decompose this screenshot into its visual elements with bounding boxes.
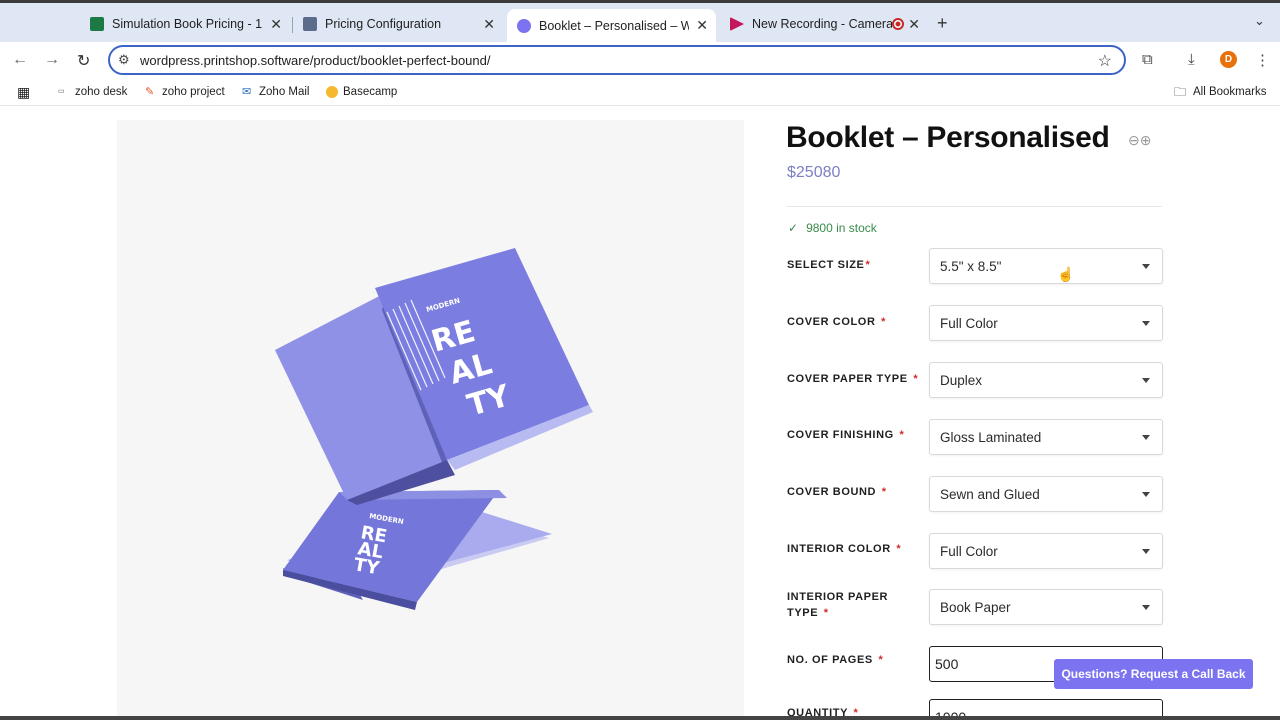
wordpress-icon [517, 18, 531, 33]
extensions-icon[interactable]: ⧉ [1142, 51, 1153, 68]
url-text[interactable]: wordpress.printshop.software/product/boo… [140, 53, 490, 68]
chevron-down-icon[interactable]: ⌄ [1254, 13, 1265, 29]
cover-paper-type-dropdown[interactable]: Duplex [929, 362, 1163, 398]
select-value: Book Paper [940, 600, 1011, 615]
interior-paper-type-dropdown[interactable]: Book Paper [929, 589, 1163, 625]
booklet-illustration: MODERN RE AL TY MODERN RE AL TY [275, 248, 593, 610]
interior-paper-type-label: INTERIOR PAPER TYPE * [787, 591, 889, 619]
back-arrow-icon[interactable]: ← [12, 51, 28, 69]
bookmark-label: Zoho Mail [259, 86, 310, 98]
chevron-down-icon [1142, 492, 1150, 497]
stacked-books: MODERN RE AL TY [283, 490, 552, 610]
select-value: Gloss Laminated [940, 430, 1042, 445]
tab-excel[interactable]: Simulation Book Pricing - 1.xlsx ✕ [80, 9, 290, 39]
previous-product-icon[interactable]: ⊖ [1128, 132, 1140, 148]
chevron-down-icon [1142, 378, 1150, 383]
cover-color-dropdown[interactable]: Full Color [929, 305, 1163, 341]
cover-color-label: COVER COLOR * [787, 316, 887, 328]
bookmark-basecamp[interactable]: Basecamp [326, 86, 397, 98]
url-path: /product/booklet-perfect-bound/ [309, 53, 491, 68]
close-icon[interactable]: ✕ [908, 16, 920, 33]
avatar[interactable]: D [1220, 51, 1237, 68]
chevron-down-icon [1142, 264, 1150, 269]
tab-booklet[interactable]: Booklet – Personalised – WordPress ✕ [507, 9, 716, 42]
browser-toolbar: ← → ↻ ⚙ wordpress.printshop.software/pro… [0, 42, 1280, 78]
select-value: Full Color [940, 316, 998, 331]
zoho-desk-icon: ▭ [58, 88, 65, 95]
request-call-back-button[interactable]: Questions? Request a Call Back [1054, 659, 1253, 689]
recording-dot-icon [892, 18, 904, 30]
hand-cursor-icon: ☝ [1057, 266, 1075, 282]
site-settings-icon[interactable]: ⚙ [118, 52, 130, 68]
product-nav: ⊖⊕ [1128, 132, 1151, 149]
tab-title: New Recording - Camera [752, 17, 892, 31]
bookmark-label: Basecamp [343, 86, 398, 98]
select-size-dropdown[interactable]: 5.5" x 8.5" [929, 248, 1163, 284]
screen-edge [0, 716, 1280, 720]
zoho-project-icon: ✎ [145, 86, 155, 98]
select-value: 5.5" x 8.5" [940, 259, 1002, 274]
bookmarks-bar: ▦ ▭ zoho desk ✎ zoho project ✉ Zoho Mail Ba… [0, 80, 1280, 106]
bookmark-star-icon[interactable]: ☆ [1098, 51, 1112, 71]
stock-status: ✓ 9800 in stock [788, 221, 877, 235]
reload-icon[interactable]: ↻ [77, 51, 90, 71]
chevron-down-icon [1142, 321, 1150, 326]
tab-title: Simulation Book Pricing - 1.xlsx [112, 17, 262, 31]
cover-paper-type-label: COVER PAPER TYPE * [787, 373, 919, 385]
bookmark-zoho-desk[interactable]: ▭ zoho desk [58, 86, 127, 98]
select-value: Sewn and Glued [940, 487, 1040, 502]
cover-bound-label: COVER BOUND * [787, 486, 887, 498]
tab-strip: Simulation Book Pricing - 1.xlsx ✕ Prici… [0, 0, 1280, 42]
product-price: $25080 [787, 164, 841, 181]
close-icon[interactable]: ✕ [483, 16, 495, 33]
cover-finishing-dropdown[interactable]: Gloss Laminated [929, 419, 1163, 455]
image-text-ty: TY [352, 554, 382, 579]
new-tab-button[interactable]: + [937, 13, 948, 34]
bookmark-zoho-project[interactable]: ✎ zoho project [145, 86, 225, 98]
interior-color-dropdown[interactable]: Full Color [929, 533, 1163, 569]
close-icon[interactable]: ✕ [696, 17, 708, 34]
tab-title: Pricing Configuration [325, 17, 442, 31]
basecamp-icon [326, 86, 338, 98]
url-domain: wordpress.printshop.software [140, 53, 310, 68]
folder-icon: 🗀 [1174, 85, 1187, 99]
input-value: 500 [935, 656, 959, 672]
chevron-down-icon [1142, 605, 1150, 610]
bookmark-label: All Bookmarks [1193, 86, 1267, 98]
tab-recording[interactable]: New Recording - Camera ✕ [720, 9, 928, 39]
address-bar[interactable]: ⚙ wordpress.printshop.software/product/b… [108, 45, 1126, 75]
bookmark-label: zoho project [162, 86, 225, 98]
cover-bound-dropdown[interactable]: Sewn and Glued [929, 476, 1163, 512]
open-book: MODERN RE AL TY [275, 248, 593, 505]
bookmark-label: zoho desk [75, 86, 128, 98]
select-value: Duplex [940, 373, 983, 388]
no-of-pages-label: NO. OF PAGES * [787, 654, 884, 666]
more-menu-icon[interactable]: ⋮ [1255, 51, 1270, 69]
excel-icon [90, 17, 104, 31]
check-icon: ✓ [788, 221, 799, 235]
stock-text: 9800 in stock [806, 221, 877, 235]
forward-arrow-icon[interactable]: → [44, 51, 60, 69]
recorder-icon [730, 17, 744, 31]
product-page: MODERN RE AL TY MODERN RE AL TY Booklet … [0, 107, 1280, 720]
select-size-label: SELECT SIZE* [787, 259, 871, 271]
chevron-down-icon [1142, 435, 1150, 440]
chevron-down-icon [1142, 549, 1150, 554]
select-value: Full Color [940, 544, 998, 559]
cover-finishing-label: COVER FINISHING * [787, 429, 905, 441]
product-title: Booklet – Personalised [786, 121, 1110, 154]
printshop-icon [303, 17, 317, 31]
download-icon[interactable]: ⤓ [1188, 51, 1195, 68]
product-image[interactable]: MODERN RE AL TY MODERN RE AL TY [117, 120, 744, 720]
all-bookmarks[interactable]: 🗀 All Bookmarks [1174, 86, 1267, 98]
apps-grid-icon[interactable]: ▦ [17, 85, 34, 99]
interior-color-label: INTERIOR COLOR * [787, 543, 902, 555]
zoho-mail-icon: ✉ [242, 86, 252, 98]
next-product-icon[interactable]: ⊕ [1140, 132, 1152, 148]
close-icon[interactable]: ✕ [270, 16, 282, 33]
tab-pricing-configuration[interactable]: Pricing Configuration ✕ [293, 9, 503, 39]
tab-title: Booklet – Personalised – WordPress [539, 18, 689, 33]
bookmark-zoho-mail[interactable]: ✉ Zoho Mail [242, 86, 310, 98]
divider [786, 206, 1162, 207]
